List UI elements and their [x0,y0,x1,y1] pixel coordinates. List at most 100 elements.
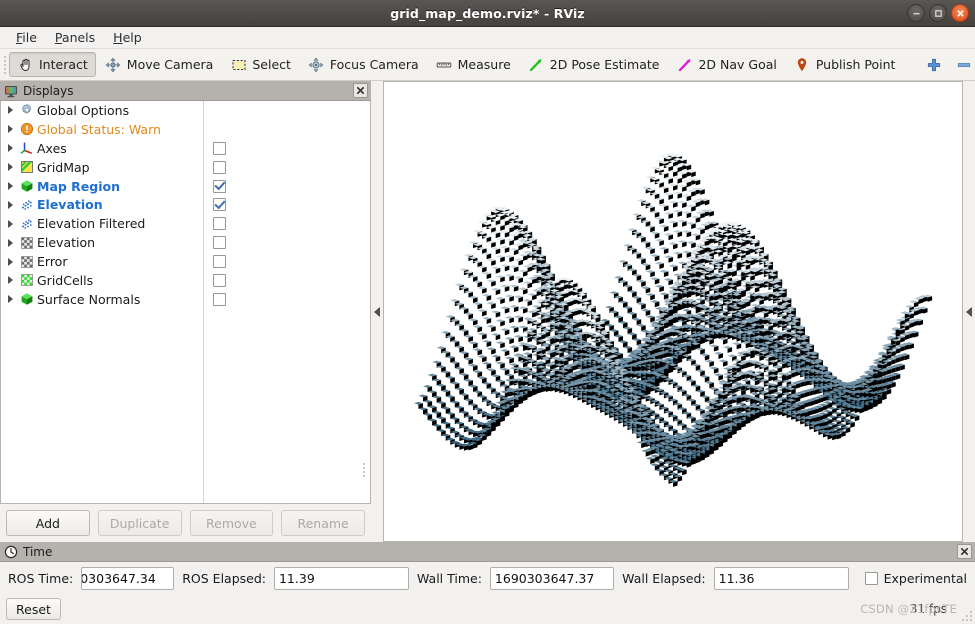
tool-2d-pose-estimate[interactable]: 2D Pose Estimate [520,52,668,77]
maximize-icon[interactable] [929,4,947,22]
tree-item-elevation[interactable]: Elevation [1,195,203,214]
window-title: grid_map_demo.rviz* - RViz [390,5,585,21]
tree-item-elevation-filtered[interactable]: Elevation Filtered [1,214,203,233]
toolbar-remove-panel-button[interactable] [949,52,975,77]
experimental-checkbox[interactable] [864,571,878,585]
pointcloud-icon [19,197,34,212]
displays-dock: Displays Global Options Global Status: W… [0,81,371,542]
displays-close-icon[interactable] [353,83,368,98]
checkbox-gridmap[interactable] [213,160,226,174]
time-close-icon[interactable] [957,544,972,559]
expand-arrow-icon[interactable] [5,199,16,210]
expand-arrow-icon[interactable] [5,124,16,135]
expand-arrow-icon[interactable] [5,275,16,286]
status-bar: Reset 31 fps CSDN @21fpsTE [0,594,975,624]
checkbox-elevation-filtered[interactable] [213,217,226,231]
expand-arrow-icon[interactable] [5,105,16,116]
tree-item-gridcells[interactable]: GridCells [1,271,203,290]
experimental-toggle[interactable]: Experimental [864,571,967,586]
checkbox-cell[interactable] [204,195,370,214]
wall-elapsed-input[interactable]: 11.36 [713,566,849,590]
close-icon[interactable] [951,4,969,22]
expand-arrow-icon[interactable] [5,218,16,229]
tree-item-map-region[interactable]: Map Region [1,177,203,196]
checkbox-cell[interactable] [204,139,370,158]
hand-cursor-icon [17,56,34,73]
time-fields: ROS Time: 0303647.34 ROS Elapsed: 11.39 … [0,562,975,594]
checkbox-map-region[interactable] [213,179,226,193]
tree-item-axes[interactable]: Axes [1,139,203,158]
wall-elapsed-label: Wall Elapsed: [622,570,706,586]
tool-measure-label: Measure [457,57,511,72]
reset-button[interactable]: Reset [6,598,61,620]
checkbox-elevation[interactable] [213,198,226,212]
focus-camera-icon [308,56,325,73]
resize-grip[interactable] [962,611,972,621]
rename-button[interactable]: Rename [281,510,365,536]
tool-2d-nav-goal[interactable]: 2D Nav Goal [668,52,784,77]
checkbox-cell[interactable] [204,233,370,252]
checkbox-elevation-map[interactable] [213,236,226,250]
wall-elapsed-value: 11.36 [718,570,755,586]
time-panel-title: Time [23,544,53,559]
toolbar-add-panel-button[interactable] [919,52,948,77]
checkbox-axes[interactable] [213,141,226,155]
expand-arrow-icon[interactable] [5,256,16,267]
left-splitter-handle[interactable] [371,81,383,542]
tool-publish-point[interactable]: Publish Point [786,52,904,77]
wall-time-input[interactable]: 1690303647.37 [489,566,615,590]
checkbox-cell[interactable] [204,271,370,290]
tree-item-elevation-map[interactable]: Elevation [1,233,203,252]
right-splitter-handle[interactable] [963,81,975,542]
menu-file[interactable]: File [8,28,45,47]
ros-elapsed-input[interactable]: 11.39 [273,566,409,590]
expand-arrow-icon[interactable] [5,162,16,173]
add-button[interactable]: Add [6,510,90,536]
render-view-3d[interactable] [383,81,963,542]
tree-item-global-status[interactable]: Global Status: Warn [1,120,203,139]
duplicate-button[interactable]: Duplicate [97,510,182,536]
menu-file-rest: ile [22,30,37,45]
expand-arrow-icon[interactable] [5,181,16,192]
tree-item-gridmap[interactable]: GridMap [1,158,203,177]
ruler-icon [436,56,453,73]
tool-move-camera[interactable]: Move Camera [97,52,222,77]
checkbox-gridcells[interactable] [213,273,226,287]
expand-arrow-icon[interactable] [5,294,16,305]
tree-item-error[interactable]: Error [1,252,203,271]
move-camera-icon [105,56,122,73]
tool-measure[interactable]: Measure [428,52,519,77]
menu-panels-rest: anels [61,30,96,45]
expand-arrow-icon[interactable] [5,237,16,248]
axes-icon [19,141,34,156]
checkbox-cell[interactable] [204,290,370,309]
tree-item-label: Map Region [37,178,120,194]
checkbox-cell[interactable] [204,177,370,196]
checkbox-cell[interactable] [204,214,370,233]
tool-bar: Interact Move Camera Select Focus Camera… [0,49,975,81]
ros-time-input[interactable]: 0303647.34 [81,566,175,590]
collapse-right-arrow-icon[interactable] [966,306,972,317]
tree-item-global-options[interactable]: Global Options [1,101,203,120]
panel-resize-grip[interactable] [363,463,368,477]
checkbox-cell[interactable] [204,252,370,271]
grid-map-surface [384,82,962,541]
minimize-icon[interactable] [907,4,925,22]
expand-arrow-icon[interactable] [5,143,16,154]
tool-interact[interactable]: Interact [9,52,96,77]
tree-item-surface-normals[interactable]: Surface Normals [1,290,203,309]
displays-tree: Global Options Global Status: Warn Axes … [0,101,371,504]
tool-focus-camera[interactable]: Focus Camera [300,52,427,77]
time-panel-header: Time [0,542,975,562]
menu-bar: File Panels Help [0,27,975,49]
tool-select[interactable]: Select [222,52,299,77]
pointcloud-icon [19,216,34,231]
collapse-left-arrow-icon[interactable] [374,306,380,317]
menu-panels[interactable]: Panels [47,28,103,47]
checkbox-error[interactable] [213,255,226,269]
checkbox-cell[interactable] [204,158,370,177]
checkbox-surface-normals[interactable] [213,292,226,306]
remove-button[interactable]: Remove [189,510,274,536]
menu-help[interactable]: Help [105,28,150,47]
toolbar-grip[interactable] [4,54,6,76]
